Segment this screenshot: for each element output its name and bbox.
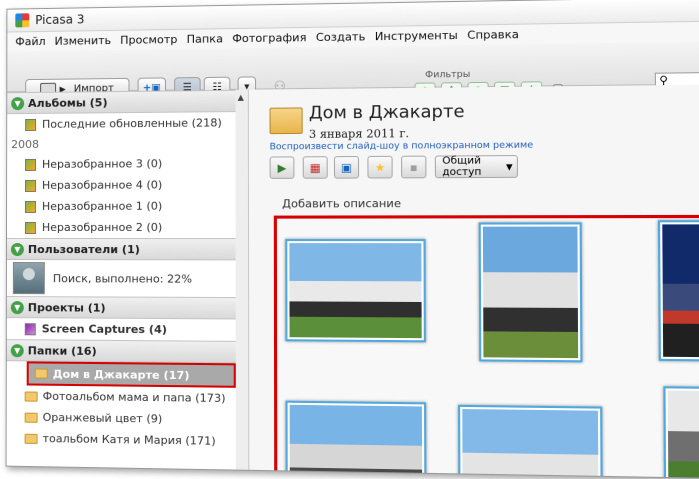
folders-section-header[interactable]: ▼ Папки (16) (6, 339, 236, 364)
year-label: 2008 (11, 137, 40, 152)
movie-icon: ▣ (341, 160, 352, 175)
chevron-down-icon[interactable]: ▼ (506, 162, 513, 171)
album-icon (24, 179, 36, 192)
menu-folder[interactable]: Папка (187, 32, 223, 46)
album-date: 3 января 2011 г. (308, 126, 410, 141)
collage-button[interactable]: ▦ (302, 156, 328, 179)
project-label: Screen Captures (4) (41, 322, 167, 337)
folder-label: Дом в Джакарте (17) (52, 367, 190, 382)
play-slideshow-button[interactable]: ▶ (269, 156, 295, 179)
collapse-icon[interactable]: ▼ (10, 300, 24, 314)
album-label: Неразобранное 1 (0) (41, 199, 163, 213)
album-label: Неразобранное 2 (0) (41, 220, 163, 234)
folder-item-selected[interactable]: Дом в Джакарте (17) (26, 361, 236, 388)
photo-thumbnail[interactable] (663, 386, 699, 479)
collapse-icon[interactable]: ▼ (11, 96, 25, 110)
picasa-window: Picasa 3 Файл Изменить Просмотр Папка Фо… (5, 0, 699, 479)
album-title: Дом в Джакарте (308, 101, 465, 124)
photo-thumbnail[interactable] (458, 404, 603, 479)
album-label: Последние обновленные (218) (42, 116, 222, 131)
album-item[interactable]: Неразобранное 3 (0) (7, 153, 235, 175)
filters-label: Фильтры (425, 69, 471, 81)
folder-icon (24, 390, 38, 402)
photo-thumbnail[interactable] (285, 239, 426, 343)
album-view: Дом в Джакарте 3 января 2011 г. Воспроиз… (248, 84, 699, 479)
photo-thumbnail[interactable] (285, 400, 427, 479)
window-title: Picasa 3 (35, 12, 85, 28)
album-icon (24, 221, 36, 234)
collage-icon: ▦ (309, 160, 321, 175)
album-item[interactable]: Неразобранное 1 (0) (7, 195, 236, 217)
album-icon (25, 118, 37, 131)
album-folder-icon (269, 107, 303, 135)
albums-section-header[interactable]: ▼ Альбомы (5) (7, 89, 236, 115)
menu-file[interactable]: Файл (15, 34, 45, 47)
photo-thumbnail[interactable] (657, 220, 699, 362)
folder-item[interactable]: Фотоальбом мама и папа (173) (7, 385, 236, 409)
projects-section-header[interactable]: ▼ Проекты (1) (6, 296, 236, 320)
house-photo (667, 390, 699, 479)
house-photo (289, 243, 422, 339)
menu-edit[interactable]: Изменить (55, 33, 112, 47)
add-description-link[interactable]: Добавить описание (282, 197, 401, 211)
save-button[interactable]: ▪ (401, 155, 427, 179)
library-scrollbar[interactable]: ▲ (235, 89, 250, 477)
album-label: Неразобранное 4 (0) (41, 178, 163, 192)
collapse-icon[interactable]: ▼ (10, 343, 24, 357)
folder-icon (24, 412, 38, 423)
star-icon: ★ (374, 160, 386, 174)
thumbnail-grid (273, 214, 699, 479)
menu-help[interactable]: Справка (467, 27, 519, 41)
people-search-status: Поиск, выполнено: 22% (52, 271, 193, 286)
album-item[interactable]: Неразобранное 4 (0) (7, 174, 236, 196)
album-icon (25, 158, 37, 171)
folders-header-label: Папки (16) (27, 343, 97, 358)
photo-thumbnail[interactable] (478, 222, 583, 363)
album-icon (24, 200, 36, 213)
house-photo (289, 404, 423, 479)
folder-item[interactable]: тоальбом Катя и Мария (171) (7, 427, 236, 452)
slideshow-link[interactable]: Воспроизвести слайд-шоу в полноэкранном … (270, 140, 534, 152)
menu-create[interactable]: Создать (316, 30, 366, 44)
project-screen-captures[interactable]: Screen Captures (4) (7, 318, 236, 341)
people-header-label: Пользователи (1) (27, 242, 140, 256)
folder-icon (34, 368, 48, 379)
people-section-header[interactable]: ▼ Пользователи (1) (6, 237, 236, 261)
unknown-person-avatar-icon (12, 262, 45, 295)
project-icon (24, 322, 36, 335)
save-icon: ▪ (409, 160, 418, 174)
picasa-logo-icon (15, 13, 30, 28)
house-photo (662, 224, 699, 358)
main-toolbar: ▶ Импорт +▣ ☰ ☷ ▾ ⚇ Фильтры ★ ⬆ ● ▤ ♦ ⚲ (7, 41, 699, 100)
projects-header-label: Проекты (1) (27, 300, 106, 315)
menu-photo[interactable]: Фотография (232, 30, 306, 44)
album-label: Неразобранное 3 (0) (41, 157, 163, 171)
menu-tools[interactable]: Инструменты (375, 28, 458, 43)
menu-view[interactable]: Просмотр (120, 32, 177, 46)
collapse-icon[interactable]: ▼ (10, 242, 24, 256)
share-button[interactable]: Общий доступ ▼ (434, 155, 518, 179)
star-button[interactable]: ★ (367, 155, 393, 179)
folder-icon (24, 433, 38, 444)
people-search-item[interactable]: Поиск, выполнено: 22% (7, 260, 236, 297)
folder-label: Фотоальбом мама и папа (173) (42, 389, 226, 406)
album-recent-updates[interactable]: Последние обновленные (218) (7, 112, 235, 135)
house-photo (482, 226, 579, 359)
scroll-up-icon[interactable]: ▲ (238, 93, 244, 102)
folder-label: Оранжевый цвет (9) (42, 410, 163, 426)
folder-label: тоальбом Катя и Мария (171) (42, 431, 216, 448)
albums-header-label: Альбомы (5) (28, 95, 108, 110)
movie-button[interactable]: ▣ (333, 155, 360, 179)
album-item[interactable]: Неразобранное 2 (0) (7, 217, 236, 238)
play-icon: ▶ (277, 161, 287, 175)
library-panel: ▼ Альбомы (5) Последние обновленные (218… (6, 89, 237, 477)
house-photo (462, 409, 599, 479)
